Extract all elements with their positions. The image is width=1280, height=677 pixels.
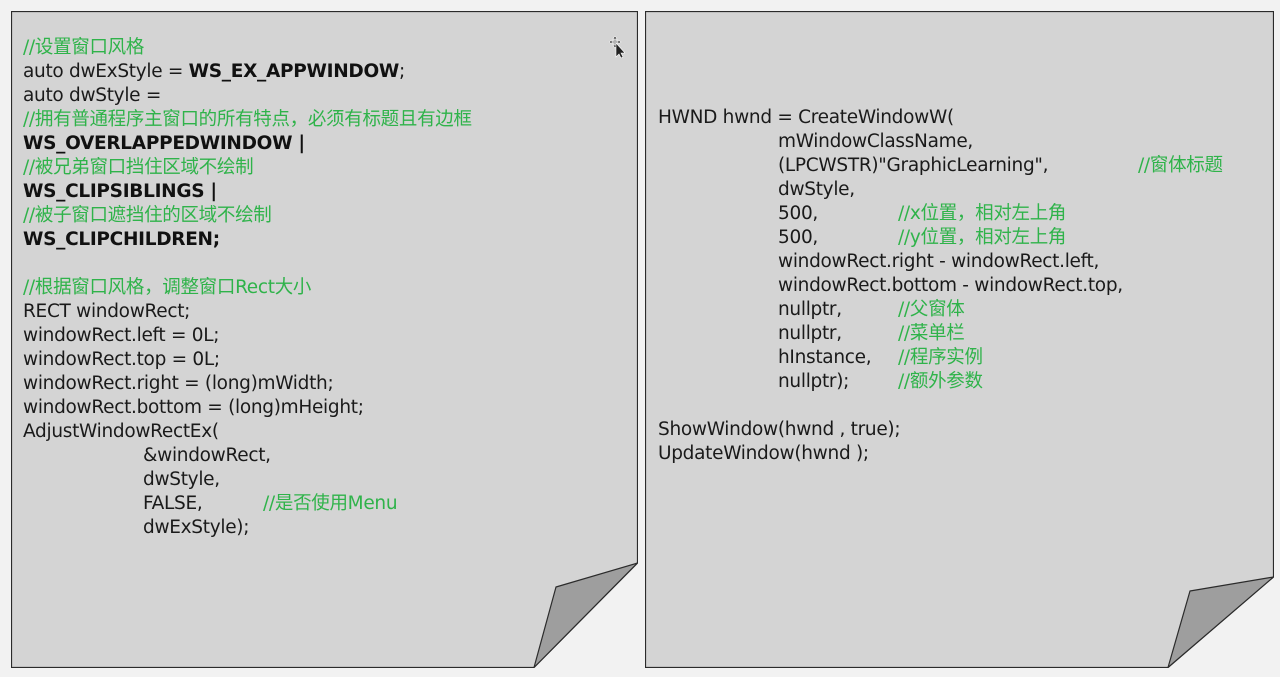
left-code-line: WS_CLIPSIBLINGS | — [23, 180, 217, 204]
left-code-line: windowRect.left = 0L; — [23, 324, 219, 348]
code-text: windowRect.bottom = (long)mHeight; — [23, 397, 364, 418]
code-keyword: WS_EX_APPWINDOW — [188, 61, 400, 82]
code-comment: //菜单栏 — [898, 323, 965, 344]
code-text: &windowRect, — [143, 445, 271, 466]
code-comment: //y位置，相对左上角 — [898, 227, 1067, 248]
right-code-block: HWND hwnd = CreateWindowW( mWindowClassNa… — [658, 106, 1268, 476]
code-text: windowRect.left = 0L; — [23, 325, 220, 346]
code-text: dwStyle, — [778, 179, 855, 200]
code-comment: //x位置，相对左上角 — [898, 203, 1067, 224]
code-text: windowRect.right = (long)mWidth; — [23, 373, 334, 394]
left-code-line: windowRect.top = 0L; — [23, 348, 220, 372]
code-comment: //额外参数 — [898, 371, 983, 392]
code-keyword: WS_CLIPCHILDREN; — [23, 229, 220, 250]
code-text: auto dwExStyle = — [23, 61, 189, 82]
code-keyword: WS_OVERLAPPEDWINDOW | — [23, 133, 305, 154]
code-comment: //是否使用Menu — [263, 493, 398, 514]
code-text: nullptr, — [778, 299, 842, 320]
code-text: FALSE, — [143, 493, 203, 514]
code-keyword: WS_CLIPSIBLINGS | — [23, 181, 217, 202]
left-code-block: //设置窗口风格 auto dwExStyle = WS_EX_APPWINDOW… — [23, 36, 623, 556]
right-code-line: ShowWindow(hwnd , true); — [658, 418, 901, 442]
code-comment: //被子窗口遮挡住的区域不绘制 — [23, 205, 272, 226]
left-code-line: //根据窗口风格，调整窗口Rect大小 — [23, 276, 311, 300]
right-code-line: UpdateWindow(hwnd ); — [658, 442, 869, 466]
code-text: 500, — [778, 203, 818, 224]
code-comment: //父窗体 — [898, 299, 965, 320]
code-text: ; — [398, 61, 405, 82]
code-text: (LPCWSTR)"GraphicLearning", — [778, 155, 1049, 176]
right-code-card: HWND hwnd = CreateWindowW( mWindowClassNa… — [645, 11, 1274, 668]
code-text: dwStyle, — [143, 469, 220, 490]
left-code-line: windowRect.right = (long)mWidth; — [23, 372, 334, 396]
code-comment: //程序实例 — [898, 347, 983, 368]
code-comment: //窗体标题 — [1138, 155, 1223, 176]
left-code-line: //被子窗口遮挡住的区域不绘制 — [23, 204, 272, 228]
right-code-line: HWND hwnd = CreateWindowW( — [658, 106, 954, 130]
code-text: HWND hwnd = CreateWindowW( — [658, 107, 954, 128]
code-text: hInstance, — [778, 347, 872, 368]
code-comment: //设置窗口风格 — [23, 37, 145, 58]
left-code-line: RECT windowRect; — [23, 300, 190, 324]
code-comment: //被兄弟窗口挡住区域不绘制 — [23, 157, 254, 178]
left-code-card: //设置窗口风格 auto dwExStyle = WS_EX_APPWINDOW… — [11, 11, 638, 668]
code-text: 500, — [778, 227, 818, 248]
left-code-line: WS_OVERLAPPEDWINDOW | — [23, 132, 305, 156]
code-text: windowRect.bottom - windowRect.top, — [778, 275, 1123, 296]
code-text: auto dwStyle = — [23, 85, 162, 106]
left-code-line: auto dwStyle = — [23, 84, 161, 108]
code-text: AdjustWindowRectEx( — [23, 421, 219, 442]
code-text: mWindowClassName, — [778, 131, 973, 152]
code-text: UpdateWindow(hwnd ); — [658, 443, 869, 464]
left-code-line: windowRect.bottom = (long)mHeight; — [23, 396, 364, 420]
code-text: dwExStyle); — [143, 517, 250, 538]
left-code-line: auto dwExStyle = WS_EX_APPWINDOW; — [23, 60, 405, 84]
code-text: ShowWindow(hwnd , true); — [658, 419, 901, 440]
left-code-line: //拥有普通程序主窗口的所有特点，必须有标题且有边框 — [23, 108, 472, 132]
code-comment: //拥有普通程序主窗口的所有特点，必须有标题且有边框 — [23, 109, 472, 130]
code-text: windowRect.top = 0L; — [23, 349, 220, 370]
move-cursor-icon — [609, 36, 625, 58]
code-text: nullptr); — [778, 371, 850, 392]
code-text: windowRect.right - windowRect.left, — [778, 251, 1100, 272]
code-comment: //根据窗口风格，调整窗口Rect大小 — [23, 277, 312, 298]
left-code-line: WS_CLIPCHILDREN; — [23, 228, 220, 252]
left-code-line: AdjustWindowRectEx( — [23, 420, 219, 444]
code-text: RECT windowRect; — [23, 301, 191, 322]
left-code-line: //设置窗口风格 — [23, 36, 144, 60]
code-text: nullptr, — [778, 323, 842, 344]
left-code-line: //被兄弟窗口挡住区域不绘制 — [23, 156, 254, 180]
